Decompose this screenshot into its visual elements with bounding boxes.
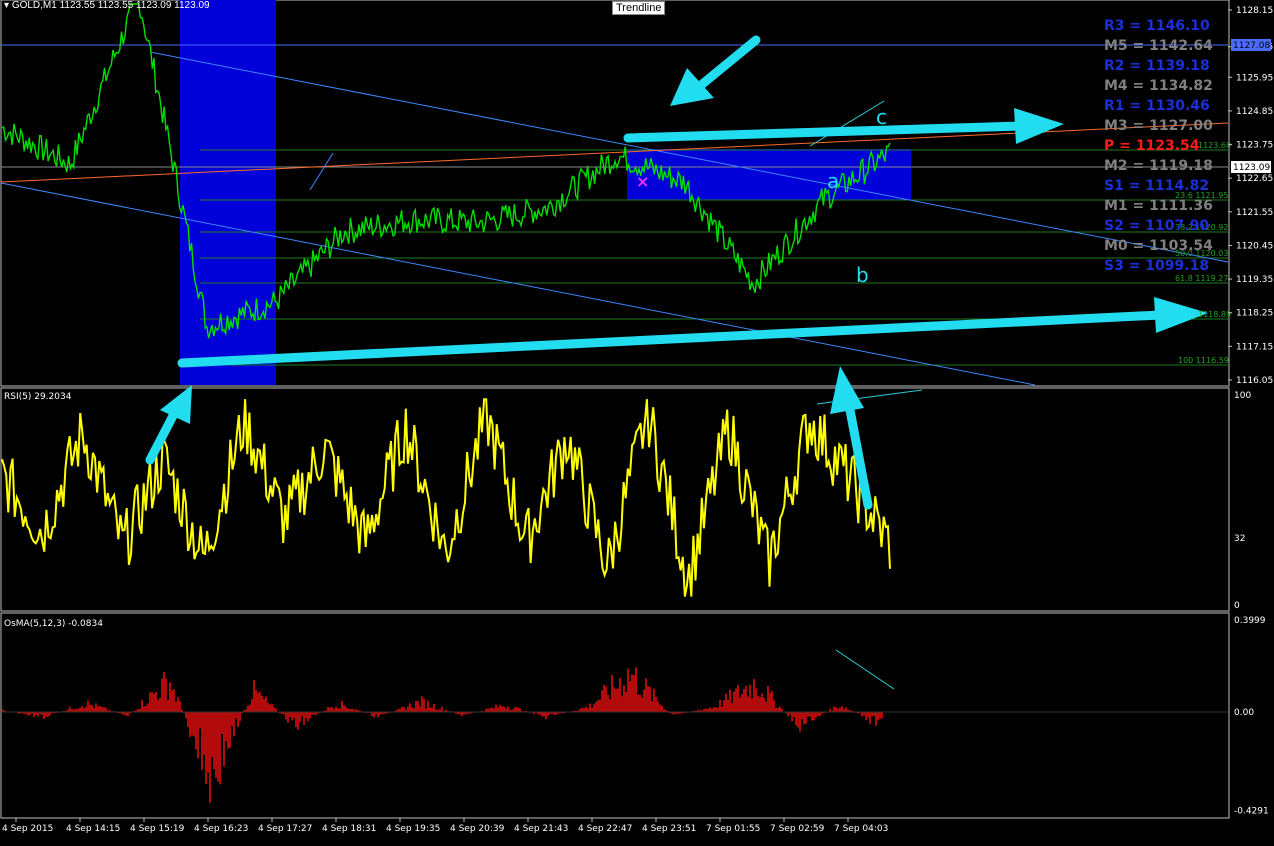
- y-tick-label: 1117.15: [1236, 342, 1273, 352]
- pivot-label: M5 = 1142.64: [1104, 38, 1213, 54]
- fib-label-100: 100 1116.59: [1178, 356, 1229, 365]
- y-tick-label: 1125.95: [1236, 73, 1273, 83]
- x-tick-label: 4 Sep 15:19: [130, 824, 185, 834]
- blue-zone-left: [180, 0, 276, 385]
- pivot-label: P = 1123.54: [1104, 138, 1200, 154]
- pivot-label: R2 = 1139.18: [1104, 58, 1210, 74]
- rsi-y-tick-label: 32: [1234, 534, 1245, 544]
- x-tick-label: 4 Sep 2015: [2, 824, 53, 834]
- x-tick-label: 4 Sep 19:35: [386, 824, 440, 834]
- x-tick-label: 7 Sep 02:59: [770, 824, 825, 834]
- fib-label-786: 1118.89: [1198, 310, 1231, 319]
- y-tick-label: 1124.85: [1236, 107, 1273, 117]
- y-tick-label: 1120.45: [1236, 241, 1273, 251]
- trendline-tag[interactable]: Trendline: [612, 1, 666, 15]
- pivot-label: S3 = 1099.18: [1104, 258, 1209, 274]
- x-tick-label: 7 Sep 01:55: [706, 824, 760, 834]
- chart-svg: × a b c 1123.60 23.6 1121.95 38.2 1120.9…: [0, 0, 1274, 842]
- price-tag-current: 1123.09: [1233, 163, 1270, 173]
- osma-y-tick-label: 0.3999: [1234, 616, 1266, 626]
- x-tick-label: 4 Sep 18:31: [322, 824, 376, 834]
- wave-label-b: b: [856, 263, 869, 287]
- x-tick-label: 4 Sep 23:51: [642, 824, 696, 834]
- y-tick-label: 1121.55: [1236, 208, 1273, 218]
- pivot-label: S1 = 1114.82: [1104, 178, 1209, 194]
- osma-y-tick-label: 0.00: [1234, 708, 1254, 718]
- x-tick-label: 7 Sep 04:03: [834, 824, 888, 834]
- pivot-label: R3 = 1146.10: [1104, 18, 1210, 34]
- pivot-label: M0 = 1103.54: [1104, 238, 1213, 254]
- x-tick-label: 4 Sep 14:15: [66, 824, 120, 834]
- rsi-y-tick-label: 100: [1234, 391, 1251, 401]
- y-tick-label: 1118.25: [1236, 309, 1273, 319]
- header-symbol: GOLD,M1: [11, 0, 57, 11]
- pivot-label: M1 = 1111.36: [1104, 198, 1213, 214]
- pivot-label: M3 = 1127.00: [1104, 118, 1213, 134]
- pivot-label: R1 = 1130.46: [1104, 98, 1210, 114]
- chart-header: ▾ GOLD,M1 1123.55 1123.55 1123.09 1123.0…: [4, 0, 210, 11]
- y-tick-label: 1122.65: [1236, 174, 1273, 184]
- pivot-label: S2 = 1107.90: [1104, 218, 1209, 234]
- osma-title: OsMA(5,12,3) -0.0834: [4, 619, 103, 629]
- x-tick-label: 4 Sep 17:27: [258, 824, 312, 834]
- header-ohlc: 1123.55 1123.55 1123.09 1123.09: [59, 0, 210, 11]
- price-tag-line: 1127.08: [1233, 41, 1270, 51]
- chart-area: × a b c 1123.60 23.6 1121.95 38.2 1120.9…: [0, 0, 1274, 842]
- y-tick-label: 1128.15: [1236, 6, 1273, 16]
- x-tick-label: 4 Sep 22:47: [578, 824, 632, 834]
- wave-label-a: a: [827, 169, 839, 193]
- y-tick-label: 1123.75: [1236, 141, 1273, 151]
- wave-label-c: c: [876, 105, 887, 129]
- rsi-title: RSI(5) 29.2034: [4, 392, 72, 402]
- y-tick-label: 1116.05: [1236, 376, 1273, 386]
- magenta-x-marker: ×: [636, 172, 649, 191]
- x-tick-label: 4 Sep 21:43: [514, 824, 568, 834]
- pivot-label: M2 = 1119.18: [1104, 158, 1213, 174]
- header-arrow-icon: ▾: [4, 0, 10, 11]
- osma-y-tick-label: -0.4291: [1234, 807, 1269, 817]
- x-tick-label: 4 Sep 20:39: [450, 824, 505, 834]
- fib-label-618: 61.8 1119.27: [1175, 274, 1228, 283]
- y-tick-label: 1119.35: [1236, 275, 1273, 285]
- x-tick-label: 4 Sep 16:23: [194, 824, 248, 834]
- rsi-y-tick-label: 0: [1234, 601, 1240, 611]
- fib-label-top: 1123.60: [1198, 141, 1231, 150]
- pivot-label: M4 = 1134.82: [1104, 78, 1213, 94]
